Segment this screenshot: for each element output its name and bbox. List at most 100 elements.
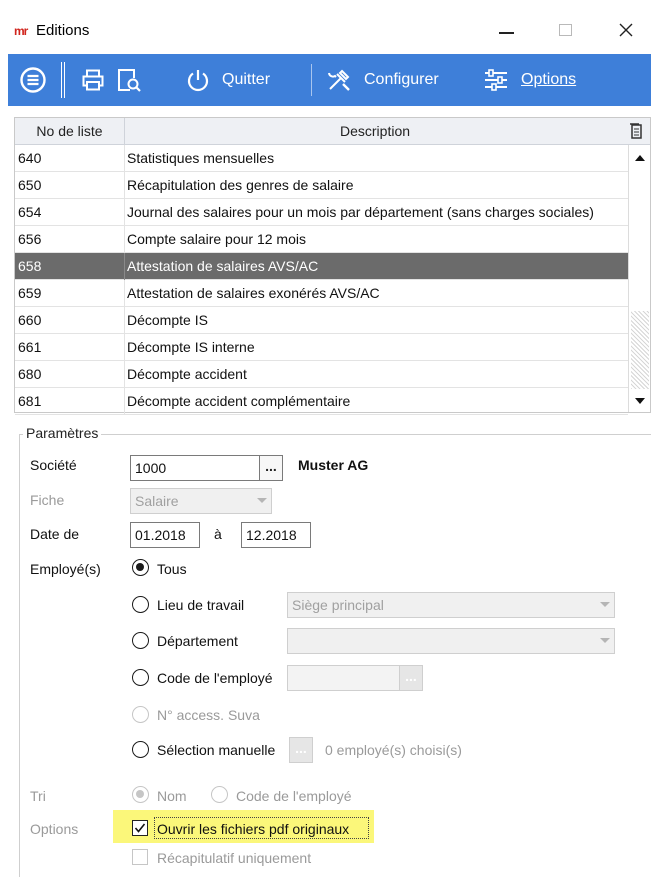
table-row[interactable]: 681 Décompte accident complémentaire — [15, 388, 628, 415]
row-number: 659 — [18, 285, 42, 301]
table-row[interactable]: 650 Récapitulation des genres de salaire — [15, 172, 628, 199]
selection-browse-button[interactable]: ... — [289, 737, 313, 763]
quit-button[interactable]: Quitter — [186, 54, 270, 106]
row-description: Décompte IS — [127, 312, 208, 328]
radio-tous[interactable] — [132, 559, 149, 576]
print-button[interactable] — [81, 54, 105, 106]
societe-input[interactable]: 1000 — [130, 455, 260, 481]
recap-only-checkbox[interactable] — [132, 849, 148, 865]
row-number: 660 — [18, 312, 42, 328]
scroll-thumb[interactable] — [631, 311, 649, 389]
fiche-select[interactable]: Salaire — [130, 488, 272, 514]
title-bar: mr Editions — [0, 0, 651, 54]
power-icon — [187, 70, 209, 92]
recap-only-label: Récapitulatif uniquement — [157, 850, 312, 866]
close-icon — [619, 23, 633, 37]
fiche-label: Fiche — [30, 492, 65, 508]
checkmark-icon — [134, 823, 146, 833]
radio-lieu-travail-label: Lieu de travail — [157, 597, 245, 613]
list-rows: 640 Statistiques mensuelles 650 Récapitu… — [15, 145, 628, 415]
societe-name: Muster AG — [298, 457, 369, 473]
radio-tri-nom[interactable] — [132, 786, 149, 803]
app-logo: mr — [14, 24, 28, 38]
row-description: Décompte accident — [127, 366, 247, 382]
fiche-value: Salaire — [135, 493, 179, 509]
row-description: Attestation de salaires AVS/AC — [127, 258, 319, 274]
radio-selection-manuelle[interactable] — [132, 741, 149, 758]
toolbar-separator — [311, 64, 312, 96]
maximize-button[interactable] — [546, 14, 586, 46]
report-list[interactable]: No de liste Description 640 Statistiques… — [14, 117, 651, 415]
list-scrollbar[interactable] — [628, 145, 650, 412]
arrow-up-icon — [634, 155, 645, 161]
printer-icon — [82, 69, 104, 91]
radio-lieu-travail[interactable] — [132, 596, 149, 613]
print-preview-button[interactable] — [116, 54, 142, 106]
employes-label: Employé(s) — [30, 561, 101, 577]
radio-selection-manuelle-label: Sélection manuelle — [157, 742, 276, 758]
chevron-down-icon — [600, 602, 610, 607]
menu-button[interactable] — [19, 54, 47, 106]
societe-browse-button[interactable]: ... — [259, 455, 283, 481]
radio-code-employe-label: Code de l'employé — [157, 670, 273, 686]
departement-select[interactable] — [287, 628, 615, 654]
radio-tri-code[interactable] — [211, 786, 228, 803]
column-header-no[interactable]: No de liste — [15, 118, 125, 145]
row-description: Décompte accident complémentaire — [127, 393, 351, 409]
tri-label: Tri — [30, 788, 46, 804]
minimize-button[interactable] — [486, 14, 526, 46]
column-chooser-icon[interactable] — [629, 123, 643, 139]
row-number: 681 — [18, 393, 42, 409]
configure-button[interactable]: Configurer — [326, 54, 439, 106]
close-button[interactable] — [606, 14, 646, 46]
configure-label: Configurer — [364, 71, 439, 88]
radio-code-employe[interactable] — [132, 669, 149, 686]
code-employe-browse-button[interactable]: ... — [399, 665, 423, 691]
print-preview-icon — [118, 69, 141, 92]
date-label: Date de — [30, 526, 80, 542]
date-from-input[interactable]: 01.2018 — [130, 522, 200, 548]
row-description: Récapitulation des genres de salaire — [127, 177, 354, 193]
toolbar: Quitter Configurer Options — [8, 54, 651, 106]
pdf-originals-label: Ouvrir les fichiers pdf originaux — [157, 821, 350, 837]
window-title: Editions — [36, 22, 90, 39]
row-description: Statistiques mensuelles — [127, 150, 275, 166]
arrow-down-icon — [634, 398, 645, 404]
chevron-down-icon — [257, 498, 267, 503]
menu-icon — [20, 67, 46, 93]
code-employe-input[interactable] — [287, 665, 400, 691]
tools-icon — [328, 69, 350, 91]
row-number: 656 — [18, 231, 42, 247]
row-number: 680 — [18, 366, 42, 382]
date-to-input[interactable]: 12.2018 — [241, 522, 311, 548]
table-row[interactable]: 656 Compte salaire pour 12 mois — [15, 226, 628, 253]
radio-suva-label: N° access. Suva — [157, 707, 260, 723]
table-row[interactable]: 660 Décompte IS — [15, 307, 628, 334]
table-row[interactable]: 640 Statistiques mensuelles — [15, 145, 628, 172]
radio-departement[interactable] — [132, 632, 149, 649]
table-row-selected[interactable]: 658 Attestation de salaires AVS/AC — [15, 253, 628, 280]
column-header-description[interactable]: Description — [125, 118, 625, 145]
lieu-travail-select[interactable]: Siège principal — [287, 592, 615, 618]
radio-suva[interactable] — [132, 706, 149, 723]
row-number: 654 — [18, 204, 42, 220]
table-row[interactable]: 659 Attestation de salaires exonérés AVS… — [15, 280, 628, 307]
list-header: No de liste Description — [15, 118, 650, 145]
row-number: 650 — [18, 177, 42, 193]
parameters-title: Paramètres — [23, 425, 102, 441]
maximize-icon — [559, 24, 572, 36]
minimize-icon — [499, 32, 514, 34]
chevron-down-icon — [600, 638, 610, 643]
lieu-travail-value: Siège principal — [292, 597, 384, 613]
table-row[interactable]: 661 Décompte IS interne — [15, 334, 628, 361]
row-number: 661 — [18, 339, 42, 355]
options-button[interactable]: Options — [483, 54, 576, 106]
selection-count: 0 employé(s) choisi(s) — [325, 742, 462, 758]
radio-departement-label: Département — [157, 633, 238, 649]
scroll-down-button[interactable] — [629, 390, 650, 412]
scroll-up-button[interactable] — [629, 147, 650, 169]
pdf-originals-checkbox[interactable] — [132, 820, 148, 836]
radio-tri-nom-label: Nom — [157, 788, 187, 804]
table-row[interactable]: 680 Décompte accident — [15, 361, 628, 388]
table-row[interactable]: 654 Journal des salaires pour un mois pa… — [15, 199, 628, 226]
